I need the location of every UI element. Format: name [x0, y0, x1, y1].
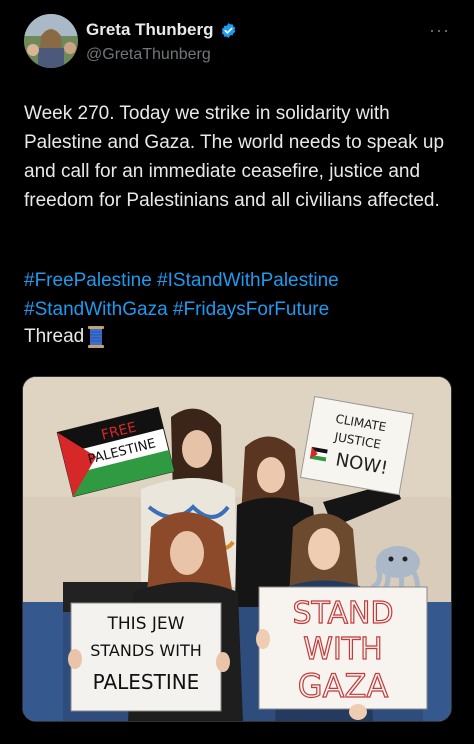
verified-badge-icon [221, 22, 235, 38]
user-name-row: Greta Thunberg [86, 20, 237, 40]
hashtag-freepalestine[interactable]: #FreePalestine [24, 270, 152, 291]
tweet-photo[interactable]: FREE PALESTINE CLIMATE JUSTICE NOW! THIS… [22, 376, 452, 722]
sign-gaza-line2: WITH [303, 632, 382, 667]
sign-gaza-line3: GAZA [298, 667, 389, 705]
hashtag-fridaysforfuture[interactable]: #FridaysForFuture [173, 299, 329, 320]
hashtag-list: #FreePalestine #IStandWithPalestine #Sta… [24, 266, 454, 324]
hashtag-istandwithpalestine[interactable]: #IStandWithPalestine [157, 270, 339, 291]
display-name[interactable]: Greta Thunberg [86, 20, 214, 40]
tweet-body: Week 270. Today we strike in solidarity … [24, 103, 445, 211]
sign-jew-line1: THIS JEW [107, 614, 185, 634]
user-handle[interactable]: @GretaThunberg [86, 46, 211, 64]
more-options-icon[interactable]: ··· [429, 20, 450, 41]
sign-gaza-line1: STAND [292, 596, 393, 631]
tweet-header: Greta Thunberg @GretaThunberg ··· [24, 14, 454, 70]
spool-of-thread-icon [88, 325, 105, 348]
thread-indicator: Thread [24, 322, 105, 351]
hashtag-standwithgaza[interactable]: #StandWithGaza [24, 299, 168, 320]
avatar[interactable] [24, 14, 78, 68]
tweet-text: Week 270. Today we strike in solidarity … [24, 99, 454, 215]
thread-label: Thread [24, 326, 85, 347]
sign-jew-line3: PALESTINE [93, 670, 200, 694]
sign-jew-line2: STANDS WITH [90, 641, 202, 660]
